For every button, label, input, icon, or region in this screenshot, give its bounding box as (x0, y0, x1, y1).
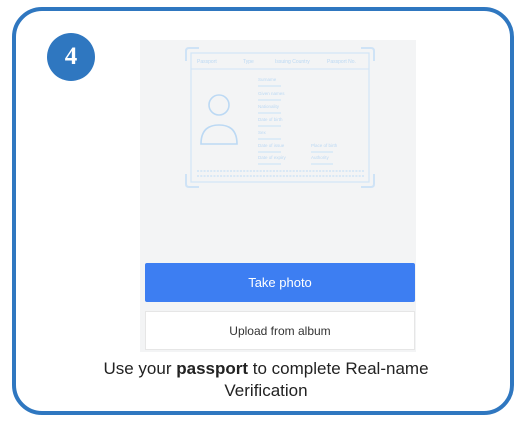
guide-field-authority: Authority (311, 155, 330, 160)
guide-field-date-of-issue: Date of issue (258, 143, 285, 148)
guide-tab-passport: Passport (197, 59, 217, 65)
take-photo-button[interactable]: Take photo (145, 263, 415, 302)
guide-tab-passport-no: Passport No. (327, 59, 356, 65)
instruction-middle: to complete Real-name (252, 359, 429, 378)
guide-field-date-of-expiry: Date of expiry (258, 155, 287, 160)
guide-field-sex: Sex (258, 130, 267, 135)
instruction-suffix: Verification (224, 381, 308, 400)
guide-tab-type: Type (243, 59, 254, 65)
instruction-emphasis: passport (176, 359, 249, 378)
guide-field-given-names: Given names (258, 91, 285, 96)
instruction-prefix: Use your (103, 359, 172, 378)
passport-outline-guide: Passport Type Issuing Country Passport N… (185, 47, 375, 188)
passport-mrz-lines (197, 170, 365, 177)
guide-field-surname: Surname (258, 77, 277, 82)
guide-field-date-of-birth: Date of birth (258, 117, 283, 122)
upload-from-album-button[interactable]: Upload from album (145, 311, 415, 350)
guide-tab-issuing-country: Issuing Country (275, 59, 310, 65)
person-silhouette-icon (200, 94, 238, 145)
guide-field-nationality: Nationality (258, 104, 280, 109)
guide-field-place-of-birth: Place of birth (311, 143, 338, 148)
instruction-text: Use your passport to complete Real-name … (40, 358, 492, 402)
step-number-badge: 4 (47, 33, 95, 81)
